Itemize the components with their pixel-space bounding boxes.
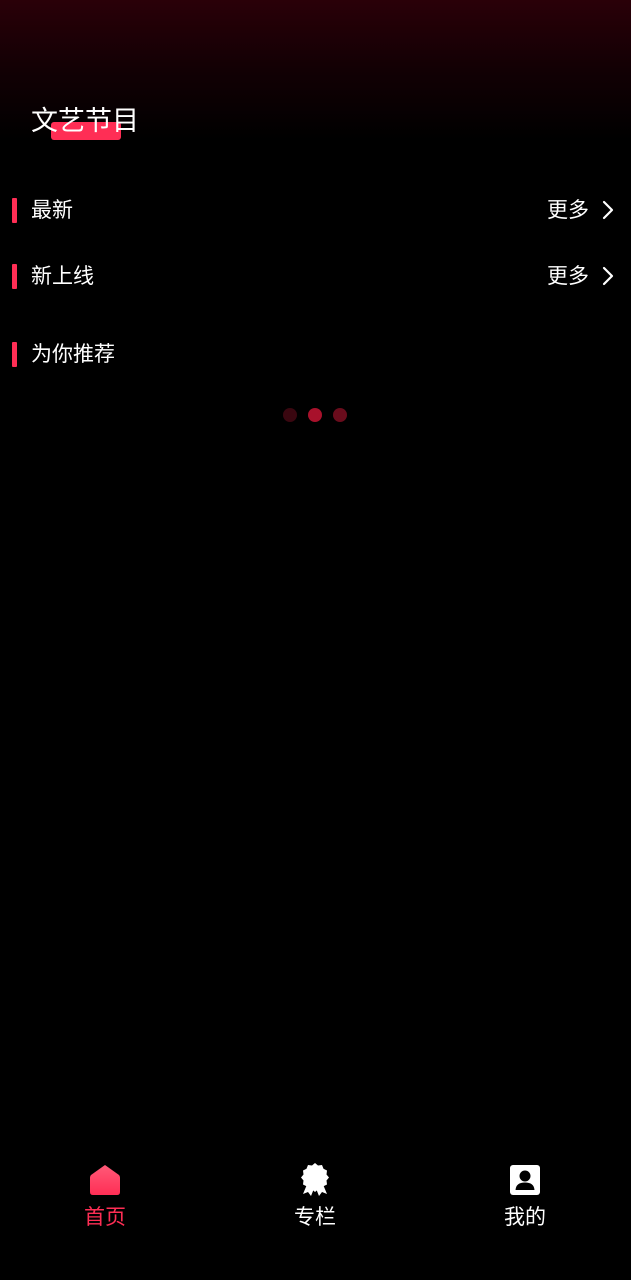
section-latest: 最新 更多 (0, 190, 631, 230)
nav-label: 专栏 (294, 1205, 336, 1229)
nav-item-home[interactable]: 首页 (0, 1150, 210, 1250)
chevron-right-icon (602, 200, 614, 220)
section-title: 新上线 (31, 264, 94, 288)
section-title: 为你推荐 (31, 342, 115, 366)
more-button-latest[interactable]: 更多 (547, 190, 615, 230)
loading-dot (283, 408, 297, 422)
section-title: 最新 (31, 198, 73, 222)
loading-indicator (283, 407, 349, 423)
more-button-new-online[interactable]: 更多 (547, 256, 615, 296)
section-accent-bar (12, 342, 17, 367)
section-recommended: 为你推荐 (0, 334, 631, 374)
bottom-nav: 首页 专栏 我的 (0, 1150, 631, 1280)
nav-label: 首页 (84, 1205, 126, 1229)
chevron-right-icon (602, 266, 614, 286)
app-screen: 文艺节目 最新 更多 新上线 更多 为你推荐 首页 专栏 我的 (0, 0, 631, 1280)
ribbon-badge-icon (301, 1163, 329, 1196)
page-title: 文艺节目 (31, 106, 139, 137)
more-label: 更多 (547, 264, 589, 288)
loading-dot (308, 408, 322, 422)
section-accent-bar (12, 198, 17, 223)
nav-label: 我的 (504, 1205, 546, 1229)
header: 文艺节目 (31, 100, 139, 144)
more-label: 更多 (547, 198, 589, 222)
nav-item-column[interactable]: 专栏 (210, 1150, 420, 1250)
nav-item-mine[interactable]: 我的 (420, 1150, 630, 1250)
home-icon (90, 1165, 120, 1195)
profile-card-icon (510, 1165, 540, 1195)
section-accent-bar (12, 264, 17, 289)
section-new-online: 新上线 更多 (0, 256, 631, 296)
loading-dot (333, 408, 347, 422)
